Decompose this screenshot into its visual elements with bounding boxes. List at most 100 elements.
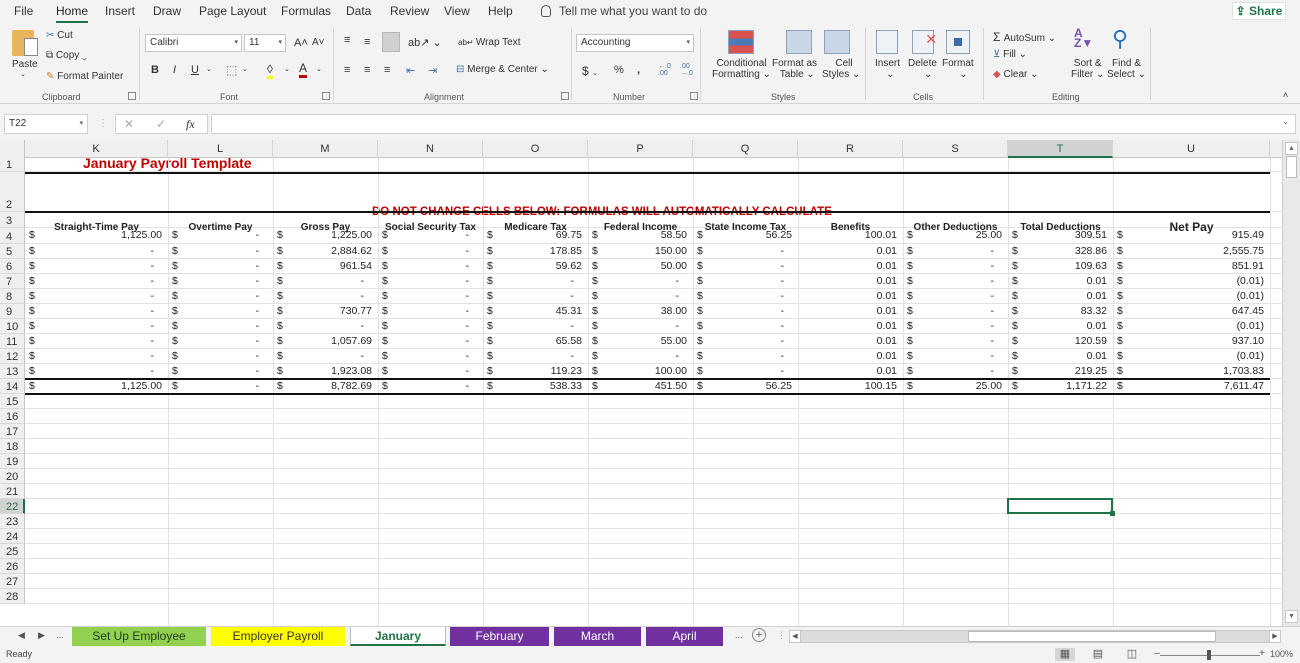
data-cell[interactable]: $ - [693, 334, 798, 349]
insert-cells-icon[interactable] [876, 30, 898, 54]
page-break-preview-icon[interactable]: ◫ [1122, 648, 1142, 661]
font-launcher-icon[interactable] [322, 92, 330, 100]
data-cell[interactable]: $0.01 [1008, 349, 1113, 364]
data-cell[interactable]: 100.01 [798, 228, 903, 243]
cancel-icon[interactable]: ✕ [124, 117, 134, 131]
data-cell[interactable]: 0.01 [798, 304, 903, 319]
data-cell[interactable]: $ - [483, 274, 588, 289]
more-sheets-left[interactable]: ... [56, 630, 64, 640]
row-header-25[interactable]: 25 [0, 544, 25, 559]
clear-button[interactable]: ◆ Clear ⌄ [993, 69, 1039, 80]
tab-draw[interactable]: Draw [153, 4, 181, 18]
data-cell[interactable]: $ - [273, 289, 378, 304]
data-cell[interactable]: $ - [378, 349, 483, 364]
data-cell[interactable]: $ - [168, 244, 273, 259]
fill-color-dropdown-icon[interactable]: ⌄ [284, 65, 290, 73]
search-icon[interactable]: ⚲ [1112, 26, 1128, 52]
row-header-13[interactable]: 13 [0, 364, 25, 379]
data-cell[interactable]: $109.63 [1008, 259, 1113, 274]
data-cell[interactable]: 0.01 [798, 244, 903, 259]
cell-styles-icon[interactable] [824, 30, 850, 54]
total-cell[interactable]: 100.15 [798, 379, 903, 394]
italic-button[interactable]: I [173, 64, 176, 76]
format-painter-button[interactable]: ✎ Format Painter [46, 71, 123, 82]
data-cell[interactable]: $961.54 [273, 259, 378, 274]
data-cell[interactable]: $ (0.01) [1113, 319, 1270, 334]
data-cell[interactable]: $150.00 [588, 244, 693, 259]
data-cell[interactable]: $ - [378, 319, 483, 334]
comma-button[interactable]: , [637, 64, 640, 76]
data-cell[interactable]: $25.00 [903, 228, 1008, 243]
data-cell[interactable]: $ - [903, 289, 1008, 304]
delete-cells-button[interactable]: Delete ⌄ [908, 58, 937, 80]
data-cell[interactable]: 0.01 [798, 274, 903, 289]
name-box[interactable]: T22 ▾ [4, 114, 88, 134]
data-cell[interactable]: $56.25 [693, 228, 798, 243]
column-header-q[interactable]: Q [693, 140, 798, 158]
borders-dropdown-icon[interactable]: ⌄ [242, 65, 248, 73]
row-header-6[interactable]: 6 [0, 259, 25, 274]
data-cell[interactable]: $ - [483, 289, 588, 304]
number-format-dropdown[interactable]: Accounting ▾ [576, 34, 694, 52]
data-cell[interactable]: $ - [903, 334, 1008, 349]
total-cell[interactable]: $451.50 [588, 379, 693, 394]
data-cell[interactable]: $100.00 [588, 364, 693, 379]
font-size-dropdown[interactable]: 11 ▾ [244, 34, 286, 52]
row-header-16[interactable]: 16 [0, 409, 25, 424]
data-cell[interactable]: $ - [378, 274, 483, 289]
data-cell[interactable]: 0.01 [798, 334, 903, 349]
merge-center-button[interactable]: ⊟ Merge & Center ⌄ [456, 64, 549, 75]
share-button[interactable]: ⇪ Share [1232, 2, 1286, 20]
decrease-decimal-button[interactable]: .00 →.0 [680, 63, 694, 77]
data-cell[interactable]: $ - [588, 289, 693, 304]
insert-cells-button[interactable]: Insert ⌄ [875, 58, 900, 80]
font-color-button[interactable]: A [299, 61, 308, 78]
shrink-font-button[interactable]: A˅ [312, 37, 325, 48]
align-center-icon[interactable]: ≡ [364, 64, 370, 76]
add-sheet-button[interactable]: + [752, 628, 766, 642]
data-cell[interactable]: $ (0.01) [1113, 274, 1270, 289]
total-cell[interactable]: $1,125.00 [25, 379, 168, 394]
sheet-tab[interactable]: Employer Payroll Taxes [211, 627, 346, 662]
row-header-10[interactable]: 10 [0, 319, 25, 334]
data-cell[interactable]: $328.86 [1008, 244, 1113, 259]
zoom-slider[interactable] [1160, 650, 1260, 660]
row-header-15[interactable]: 15 [0, 394, 25, 409]
data-cell[interactable]: $ - [168, 319, 273, 334]
row-header-2[interactable]: 2 [0, 172, 25, 212]
tab-help[interactable]: Help [488, 4, 513, 18]
find-select-button[interactable]: Find & Select ⌄ [1107, 58, 1146, 80]
data-cell[interactable]: $915.49 [1113, 228, 1270, 243]
data-cell[interactable]: $309.51 [1008, 228, 1113, 243]
row-header-18[interactable]: 18 [0, 439, 25, 454]
data-cell[interactable]: $ (0.01) [1113, 289, 1270, 304]
data-cell[interactable]: $ - [693, 289, 798, 304]
vertical-scrollbar[interactable]: ▲ ▼ [1282, 140, 1300, 626]
data-cell[interactable]: $ - [378, 244, 483, 259]
align-left-icon[interactable]: ≡ [344, 64, 350, 76]
row-header-14[interactable]: 14 [0, 379, 25, 394]
scroll-thumb[interactable] [1286, 156, 1297, 178]
tab-data[interactable]: Data [346, 4, 371, 18]
more-sheets-right[interactable]: ... [735, 630, 743, 640]
data-cell[interactable]: $ - [693, 259, 798, 274]
align-right-icon[interactable]: ≡ [384, 64, 390, 76]
data-cell[interactable]: $ - [168, 349, 273, 364]
tab-file[interactable]: File [14, 4, 33, 18]
total-cell[interactable]: $ - [378, 379, 483, 394]
data-cell[interactable]: $ - [25, 349, 168, 364]
selected-cell[interactable] [1007, 498, 1115, 516]
total-cell[interactable]: $8,782.69 [273, 379, 378, 394]
next-sheet-icon[interactable]: ▶ [38, 630, 45, 641]
decrease-indent-icon[interactable]: ⇤ [406, 64, 415, 77]
paste-dropdown-icon[interactable]: ⌄ [20, 70, 26, 78]
row-header-11[interactable]: 11 [0, 334, 25, 349]
data-cell[interactable]: $ - [273, 349, 378, 364]
middle-align-icon[interactable]: ≡ [364, 36, 370, 48]
sheet-tab[interactable]: January Payroll [350, 627, 446, 662]
data-cell[interactable]: 0.01 [798, 349, 903, 364]
zoom-in-button[interactable]: + [1252, 648, 1272, 661]
grow-font-button[interactable]: A˄ [294, 37, 308, 49]
data-cell[interactable]: $ - [588, 319, 693, 334]
format-cells-button[interactable]: Format ⌄ [942, 58, 974, 80]
